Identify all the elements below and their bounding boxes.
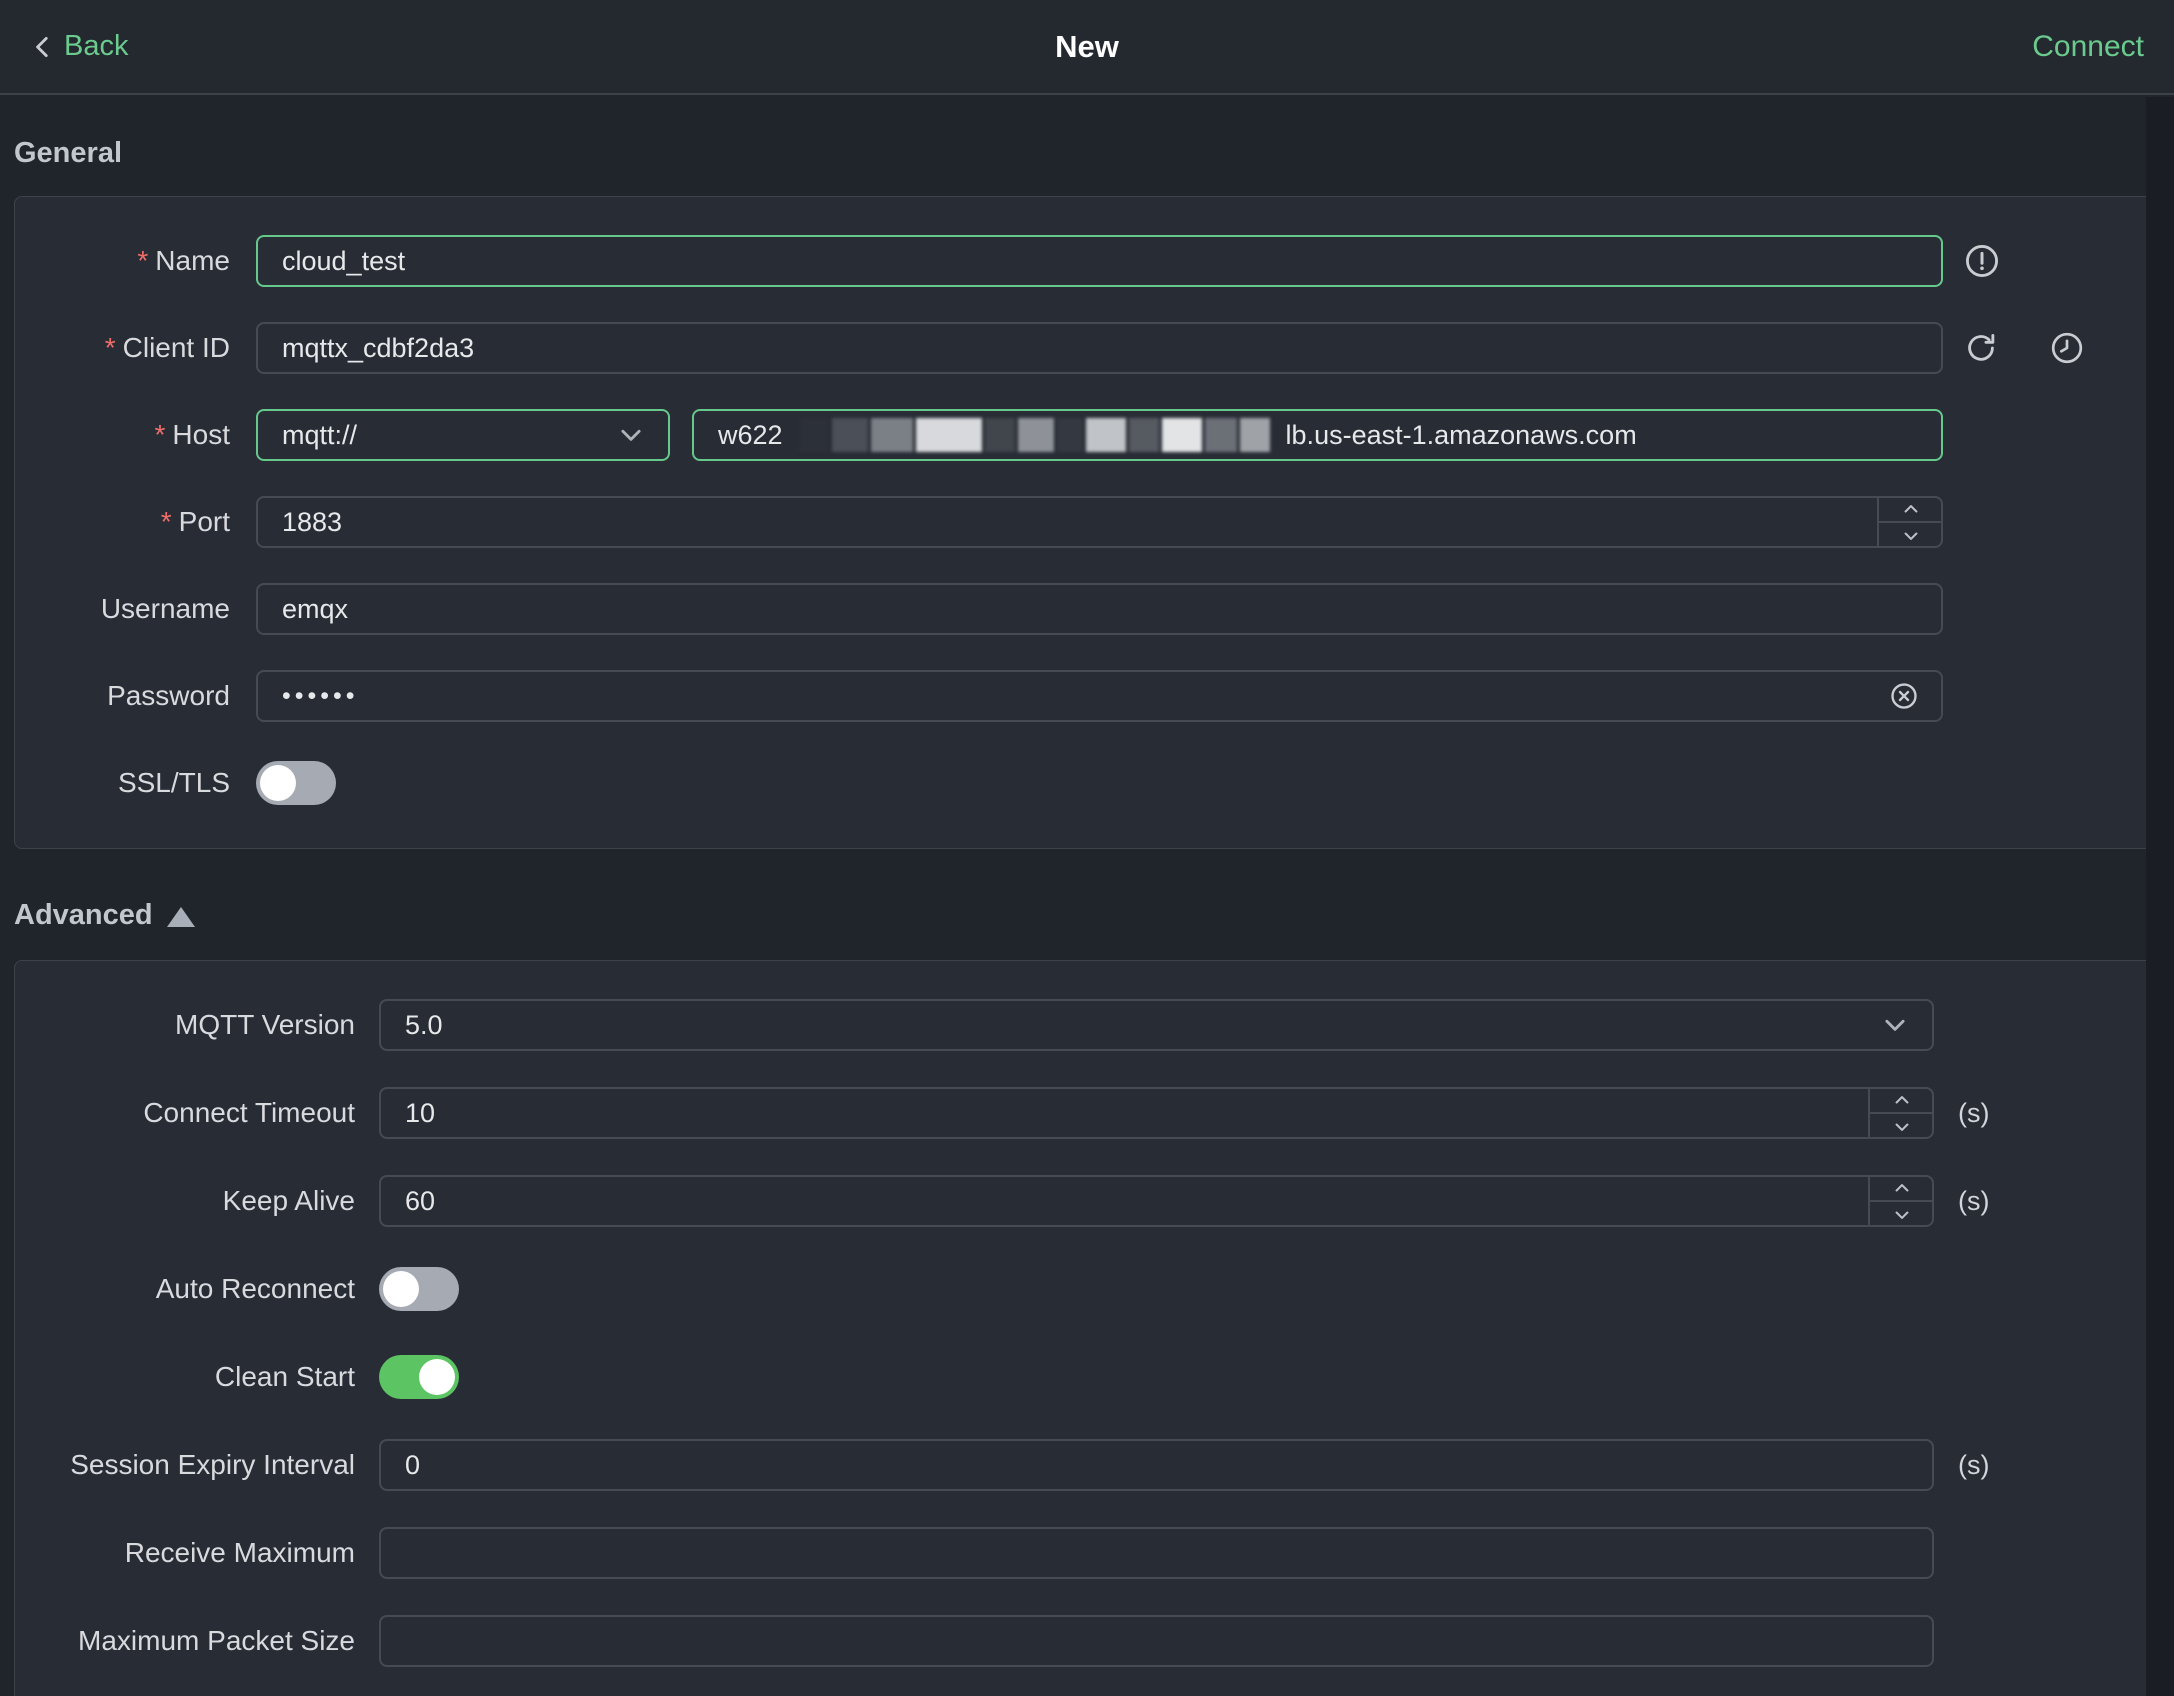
clean-start-toggle[interactable] bbox=[379, 1355, 459, 1399]
name-input[interactable]: cloud_test bbox=[256, 235, 1943, 287]
password-input[interactable]: •••••• bbox=[256, 670, 1943, 722]
collapse-arrow-icon bbox=[166, 906, 195, 927]
auto-reconnect-toggle[interactable] bbox=[379, 1267, 459, 1311]
mqtt-version-label: MQTT Version bbox=[175, 1009, 355, 1040]
username-value: emqx bbox=[282, 593, 349, 624]
scrollbar-track[interactable] bbox=[2146, 97, 2174, 1696]
keep-alive-value: 60 bbox=[405, 1185, 436, 1216]
required-marker: * bbox=[137, 245, 149, 276]
number-spinner bbox=[1877, 496, 1943, 548]
chevron-left-icon bbox=[30, 32, 56, 62]
connection-form: General * Name cloud_test * Client ID mq… bbox=[0, 137, 2174, 1696]
connect-button[interactable]: Connect bbox=[2032, 30, 2144, 64]
host-protocol-select[interactable]: mqtt:// bbox=[256, 409, 670, 461]
required-marker: * bbox=[104, 332, 116, 363]
number-spinner bbox=[1868, 1175, 1934, 1227]
ssl-label: SSL/TLS bbox=[117, 767, 230, 798]
host-protocol-value: mqtt:// bbox=[282, 419, 358, 450]
max-packet-size-row: Maximum Packet Size bbox=[15, 1615, 2159, 1667]
username-row: Username emqx bbox=[15, 583, 2159, 635]
name-value: cloud_test bbox=[282, 245, 406, 276]
toggle-knob bbox=[383, 1271, 419, 1307]
max-packet-size-input[interactable] bbox=[379, 1615, 1934, 1667]
connect-timeout-label: Connect Timeout bbox=[143, 1097, 355, 1128]
password-label: Password bbox=[107, 680, 230, 711]
clean-start-label: Clean Start bbox=[214, 1361, 355, 1392]
chevron-down-icon bbox=[616, 420, 646, 450]
page-title: New bbox=[1055, 28, 1119, 64]
name-label: * Name bbox=[137, 245, 230, 276]
seconds-unit: (s) bbox=[1958, 1097, 1990, 1128]
mqtt-version-select[interactable]: 5.0 bbox=[379, 999, 1934, 1051]
session-expiry-input[interactable]: 0 bbox=[379, 1439, 1934, 1491]
receive-maximum-label: Receive Maximum bbox=[124, 1537, 355, 1568]
host-prefix: w622 bbox=[718, 419, 783, 450]
spinner-down-button[interactable] bbox=[1879, 523, 1943, 548]
host-suffix: lb.us-east-1.amazonaws.com bbox=[1285, 419, 1637, 450]
connect-timeout-row: Connect Timeout 10 (s) bbox=[15, 1087, 2159, 1139]
client-id-input[interactable]: mqttx_cdbf2da3 bbox=[256, 322, 1943, 374]
host-label: * Host bbox=[154, 419, 230, 450]
required-marker: * bbox=[160, 506, 172, 537]
seconds-unit: (s) bbox=[1958, 1449, 1990, 1480]
general-section-title: General bbox=[14, 137, 122, 169]
spinner-up-button[interactable] bbox=[1870, 1087, 1934, 1114]
advanced-card: MQTT Version 5.0 Connect Timeout 10 (s) … bbox=[14, 960, 2160, 1696]
port-row: * Port 1883 bbox=[15, 496, 2159, 548]
port-label: * Port bbox=[160, 506, 230, 537]
name-row: * Name cloud_test bbox=[15, 235, 2159, 287]
spinner-up-button[interactable] bbox=[1870, 1175, 1934, 1202]
keep-alive-row: Keep Alive 60 (s) bbox=[15, 1175, 2159, 1227]
username-input[interactable]: emqx bbox=[256, 583, 1943, 635]
clean-start-row: Clean Start bbox=[15, 1351, 2159, 1403]
keep-alive-label: Keep Alive bbox=[222, 1185, 355, 1216]
clear-circle-icon[interactable] bbox=[1889, 681, 1919, 711]
back-button[interactable]: Back bbox=[30, 30, 128, 63]
port-input[interactable]: 1883 bbox=[256, 496, 1943, 548]
password-row: Password •••••• bbox=[15, 670, 2159, 722]
ssl-toggle[interactable] bbox=[256, 761, 336, 805]
host-row: * Host mqtt:// w622 lb.us-east-1.amazonaw… bbox=[15, 409, 2159, 461]
chevron-down-icon bbox=[1880, 1010, 1910, 1040]
auto-reconnect-row: Auto Reconnect bbox=[15, 1263, 2159, 1315]
advanced-section-title[interactable]: Advanced bbox=[14, 899, 2160, 932]
warning-circle-icon[interactable] bbox=[1963, 242, 2001, 280]
client-id-label: * Client ID bbox=[104, 332, 230, 363]
ssl-row: SSL/TLS bbox=[15, 757, 2159, 809]
toggle-knob bbox=[260, 765, 296, 801]
session-expiry-row: Session Expiry Interval 0 (s) bbox=[15, 1439, 2159, 1491]
connect-timeout-input[interactable]: 10 bbox=[379, 1087, 1934, 1139]
receive-maximum-row: Receive Maximum bbox=[15, 1527, 2159, 1579]
history-clock-icon[interactable] bbox=[2049, 330, 2085, 366]
password-value: •••••• bbox=[282, 681, 359, 710]
spinner-up-button[interactable] bbox=[1879, 496, 1943, 523]
port-value: 1883 bbox=[282, 506, 343, 537]
required-marker: * bbox=[154, 419, 166, 450]
connect-timeout-value: 10 bbox=[405, 1097, 436, 1128]
client-id-value: mqttx_cdbf2da3 bbox=[282, 332, 475, 363]
back-label: Back bbox=[64, 30, 129, 62]
session-expiry-label: Session Expiry Interval bbox=[70, 1449, 355, 1480]
mqtt-version-value: 5.0 bbox=[405, 1009, 443, 1040]
receive-maximum-input[interactable] bbox=[379, 1527, 1934, 1579]
spinner-down-button[interactable] bbox=[1870, 1202, 1934, 1227]
general-card: * Name cloud_test * Client ID mqttx_cdbf2d… bbox=[14, 196, 2160, 849]
mqtt-version-row: MQTT Version 5.0 bbox=[15, 999, 2159, 1051]
keep-alive-input[interactable]: 60 bbox=[379, 1175, 1934, 1227]
client-id-row: * Client ID mqttx_cdbf2da3 bbox=[15, 322, 2159, 374]
top-bar: Back New Connect bbox=[0, 0, 2174, 95]
spinner-down-button[interactable] bbox=[1870, 1114, 1934, 1139]
username-label: Username bbox=[100, 593, 230, 624]
seconds-unit: (s) bbox=[1958, 1185, 1990, 1216]
number-spinner bbox=[1868, 1087, 1934, 1139]
auto-reconnect-label: Auto Reconnect bbox=[155, 1273, 355, 1304]
max-packet-size-label: Maximum Packet Size bbox=[78, 1625, 355, 1656]
host-redacted-area bbox=[798, 418, 1270, 452]
toggle-knob bbox=[419, 1359, 455, 1395]
session-expiry-value: 0 bbox=[405, 1449, 421, 1480]
refresh-icon[interactable] bbox=[1963, 330, 1999, 366]
host-address-input[interactable]: w622 lb.us-east-1.amazonaws.com bbox=[692, 409, 1943, 461]
